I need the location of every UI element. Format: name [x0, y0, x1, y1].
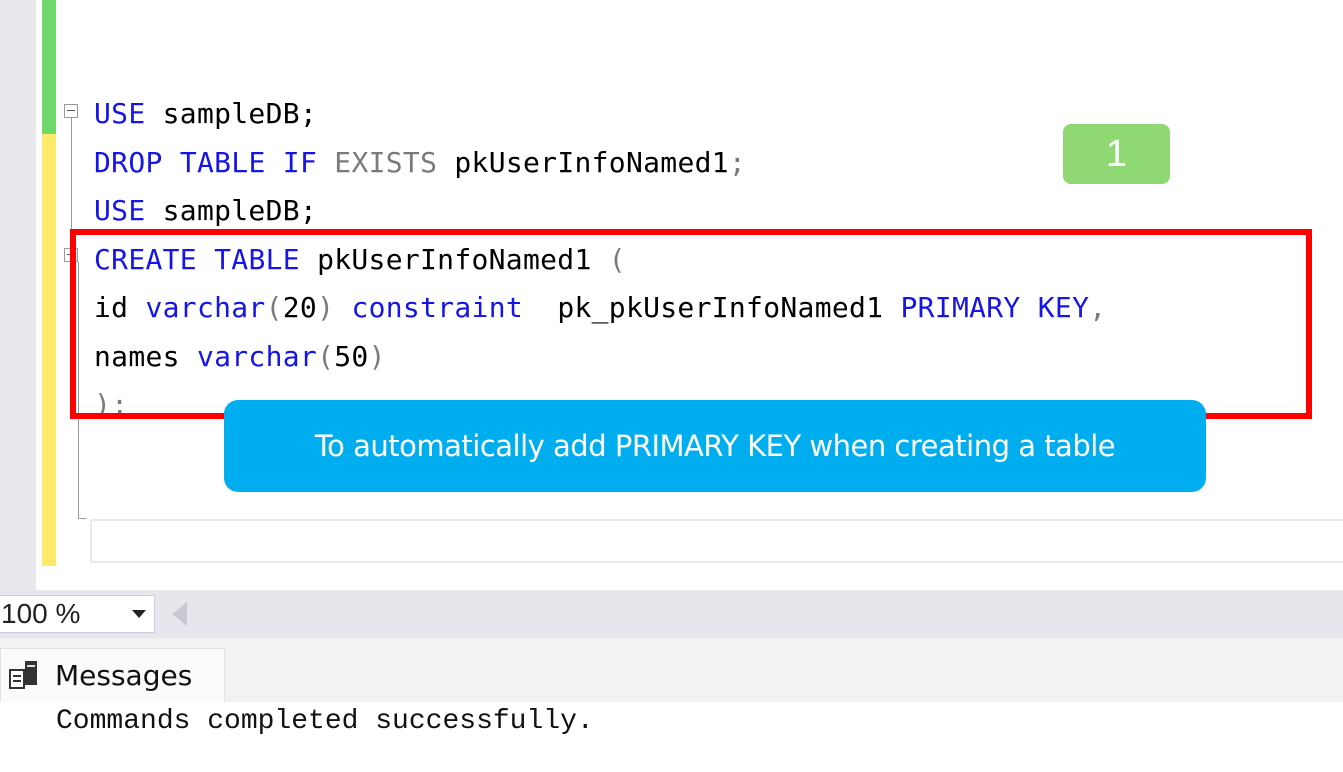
- code-token: EXISTS: [334, 145, 438, 179]
- current-line-highlight: [90, 519, 1343, 563]
- sql-keyword: USE: [94, 97, 146, 130]
- sql-keyword: TABLE: [179, 145, 266, 179]
- unsaved-change-marker: [42, 134, 56, 566]
- sql-keyword: IF: [282, 145, 318, 179]
- result-message: Commands completed successfully.: [56, 706, 594, 737]
- sql-keyword: USE: [94, 194, 146, 227]
- tab-messages[interactable]: Messages: [0, 648, 225, 702]
- editor-left-margin: [0, 0, 36, 590]
- zoom-dropdown[interactable]: 100 %: [0, 595, 155, 633]
- saved-change-marker: [42, 0, 56, 134]
- scroll-left-arrow-icon[interactable]: [172, 602, 187, 626]
- editor-status-bar: [0, 590, 1343, 638]
- tab-messages-label: Messages: [55, 659, 193, 692]
- highlight-box: [70, 229, 1312, 419]
- code-token: sampleDB;: [145, 97, 318, 130]
- messages-icon: [7, 659, 41, 693]
- callout-annotation: To automatically add PRIMARY KEY when cr…: [224, 400, 1206, 492]
- code-line[interactable]: USE sampleDB;: [94, 90, 1106, 139]
- collapse-block-icon[interactable]: [64, 104, 78, 118]
- chevron-down-icon: [132, 610, 146, 618]
- fold-guide-line: [71, 118, 72, 238]
- fold-guide-end: [78, 518, 86, 519]
- sql-keyword: DROP: [94, 145, 163, 179]
- code-token: ;: [728, 145, 747, 179]
- code-token: pkUserInfoNamed1: [437, 145, 729, 179]
- code-token: sampleDB;: [145, 194, 318, 227]
- code-line[interactable]: DROP TABLE IF EXISTS pkUserInfoNamed1;: [94, 139, 1106, 188]
- step-badge: 1: [1063, 124, 1170, 184]
- zoom-value: 100 %: [1, 598, 81, 629]
